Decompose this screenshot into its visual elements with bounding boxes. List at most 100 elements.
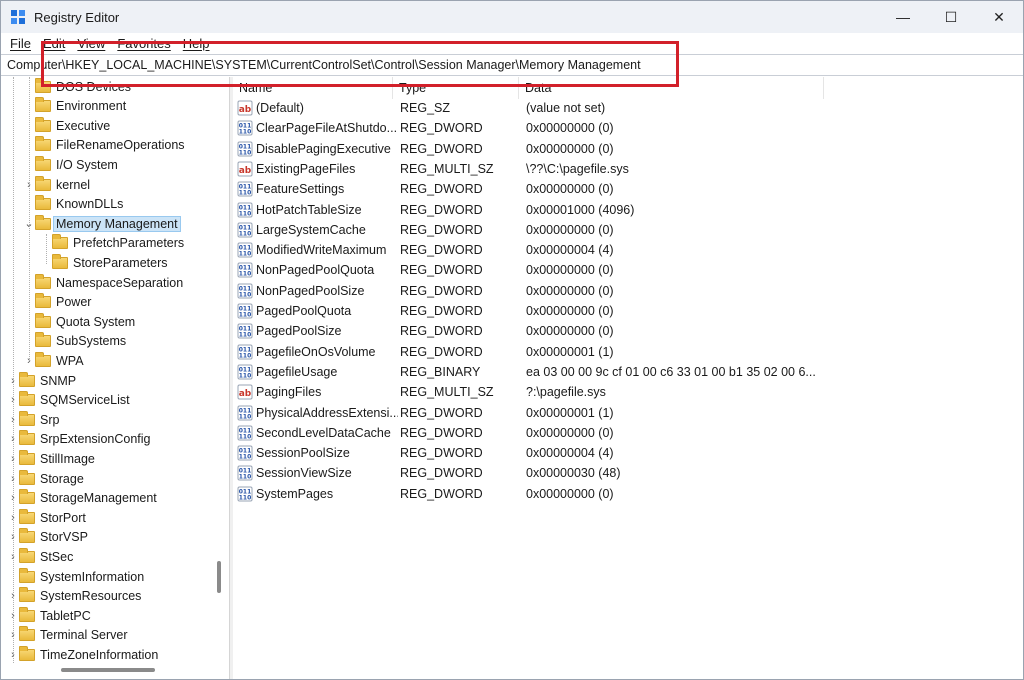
tree-item[interactable]: SubSystems [23, 332, 126, 351]
svg-text:110: 110 [239, 230, 252, 237]
folder-icon [35, 312, 51, 328]
svg-text:ab: ab [239, 389, 252, 399]
tree-guide-line [46, 234, 47, 264]
string-value-icon: ab [237, 384, 253, 400]
tree-item[interactable]: › TabletPC [7, 606, 91, 625]
tree-item[interactable]: StoreParameters [40, 253, 167, 272]
value-row[interactable]: 011 110 HotPatchTableSize REG_DWORD 0x000010… [233, 200, 1023, 220]
value-row[interactable]: ab PagingFiles REG_MULTI_SZ ?:\pagefile.sys [233, 382, 1023, 402]
tree-item[interactable]: DOS Devices [23, 77, 131, 96]
value-row[interactable]: 011 110 LargeSystemCache REG_DWORD 0x0000000… [233, 220, 1023, 240]
tree-item[interactable]: › StorageManagement [7, 489, 157, 508]
minimize-button[interactable]: — [879, 1, 927, 33]
tree-vertical-scroll-thumb[interactable] [217, 561, 221, 593]
folder-icon [19, 410, 35, 426]
value-name-cell: 011 110 HotPatchTableSize [233, 202, 398, 218]
tree-item[interactable]: Environment [23, 97, 126, 116]
tree-item[interactable]: Quota System [23, 312, 135, 331]
tree-item[interactable]: Executive [23, 116, 110, 135]
folder-icon [19, 489, 35, 505]
tree-item[interactable]: › TimeZoneInformation [7, 645, 158, 664]
value-row[interactable]: 011 110 ModifiedWriteMaximum REG_DWORD 0x000… [233, 240, 1023, 260]
tree-item[interactable]: › Storage [7, 469, 84, 488]
value-type: REG_DWORD [400, 182, 483, 197]
tree-item-label: kernel [56, 177, 91, 192]
tree-item-label: SNMP [40, 373, 77, 388]
value-row[interactable]: 011 110 PagedPoolQuota REG_DWORD 0x00000000 … [233, 301, 1023, 321]
tree-horizontal-scroll-thumb[interactable] [61, 668, 155, 672]
value-data: 0x00000000 (0) [526, 486, 614, 501]
tree-item-label: SubSystems [56, 334, 127, 349]
menu-file[interactable]: File [4, 36, 37, 51]
tree-item[interactable]: FileRenameOperations [23, 136, 185, 155]
tree-item[interactable]: SystemInformation [7, 567, 144, 586]
tree-item[interactable]: › SNMP [7, 371, 76, 390]
close-button[interactable]: ✕ [975, 1, 1023, 33]
tree-item-label: Power [56, 295, 92, 310]
values-pane[interactable]: Name Type Data ab (Default) REG_SZ (value n… [233, 77, 1023, 679]
value-row[interactable]: 011 110 ClearPageFileAtShutdo... REG_DWORD 0… [233, 118, 1023, 138]
value-row[interactable]: 011 110 NonPagedPoolQuota REG_DWORD 0x000000… [233, 260, 1023, 280]
value-row[interactable]: 011 110 PagefileOnOsVolume REG_DWORD 0x00000… [233, 342, 1023, 362]
tree-item[interactable]: › SrpExtensionConfig [7, 430, 150, 449]
column-header-name[interactable]: Name [233, 77, 393, 99]
value-type: REG_DWORD [400, 405, 483, 420]
svg-text:110: 110 [239, 129, 252, 136]
folder-icon [52, 234, 68, 250]
value-name-cell: 011 110 SystemPages [233, 486, 398, 502]
svg-text:ab: ab [239, 166, 252, 176]
tree-item[interactable]: I/O System [23, 155, 118, 174]
maximize-button[interactable]: ☐ [927, 1, 975, 33]
value-name-cell: 011 110 SessionPoolSize [233, 445, 398, 461]
binary-value-icon: 011110 [237, 323, 253, 339]
value-row[interactable]: 011 110 PagedPoolSize REG_DWORD 0x00000000 (… [233, 321, 1023, 341]
tree-vertical-scrollbar[interactable] [211, 77, 229, 665]
value-row[interactable]: ab (Default) REG_SZ (value not set) [233, 98, 1023, 118]
folder-icon [35, 332, 51, 348]
value-name-cell: 011 110 PagedPoolQuota [233, 303, 398, 319]
tree-item[interactable]: Power [23, 293, 91, 312]
value-row[interactable]: 011 110 NonPagedPoolSize REG_DWORD 0x0000000… [233, 281, 1023, 301]
tree-item[interactable]: KnownDLLs [23, 195, 123, 214]
tree-item[interactable]: › StorPort [7, 508, 86, 527]
tree-item[interactable]: NamespaceSeparation [23, 273, 183, 292]
value-row[interactable]: 011 110 DisablePagingExecutive REG_DWORD 0x0… [233, 139, 1023, 159]
value-row[interactable]: 011 110 SecondLevelDataCache REG_DWORD 0x000… [233, 423, 1023, 443]
binary-value-icon: 011110 [237, 445, 253, 461]
value-row[interactable]: 011 110 SessionPoolSize REG_DWORD 0x00000004… [233, 443, 1023, 463]
title-bar[interactable]: Registry Editor — ☐ ✕ [1, 1, 1023, 33]
menu-favorites[interactable]: Favorites [111, 36, 176, 51]
tree-item[interactable]: › StSec [7, 547, 73, 566]
value-row[interactable]: 011 110 SystemPages REG_DWORD 0x00000000 (0) [233, 484, 1023, 504]
tree-item[interactable]: › StorVSP [7, 528, 88, 547]
tree-item[interactable]: › Srp [7, 410, 59, 429]
menu-view[interactable]: View [71, 36, 111, 51]
tree-item-label: Memory Management [53, 215, 181, 232]
column-header-data[interactable]: Data [519, 77, 824, 99]
tree-item[interactable]: › SQMServiceList [7, 391, 130, 410]
tree-item[interactable]: › WPA [23, 351, 84, 370]
value-row[interactable]: 011 110 PhysicalAddressExtensi... REG_DWORD… [233, 403, 1023, 423]
tree-item[interactable]: PrefetchParameters [40, 234, 184, 253]
value-row[interactable]: 011 110 PagefileUsage REG_BINARY ea 03 00 00… [233, 362, 1023, 382]
tree-item[interactable]: › kernel [23, 175, 90, 194]
value-row[interactable]: 011 110 SessionViewSize REG_DWORD 0x00000030… [233, 463, 1023, 483]
svg-text:110: 110 [239, 190, 252, 197]
key-tree-pane[interactable]: DOS Devices Environment Executive FileRenam… [1, 77, 229, 679]
folder-icon [19, 606, 35, 622]
tree-item[interactable]: ⌄ Memory Management [23, 214, 181, 233]
tree-item[interactable]: › StillImage [7, 449, 95, 468]
value-type: REG_SZ [400, 101, 451, 115]
tree-horizontal-scrollbar[interactable] [1, 663, 211, 679]
tree-item-label: StoreParameters [73, 255, 168, 270]
column-header-type[interactable]: Type [393, 77, 519, 99]
menu-edit[interactable]: Edit [37, 36, 71, 51]
folder-icon [35, 175, 51, 191]
tree-item[interactable]: › Terminal Server [7, 626, 128, 645]
value-row[interactable]: 011 110 FeatureSettings REG_DWORD 0x00000000… [233, 179, 1023, 199]
menu-help[interactable]: Help [177, 36, 216, 51]
address-bar[interactable]: Computer\HKEY_LOCAL_MACHINE\SYSTEM\Curre… [1, 54, 1023, 76]
minimize-icon: — [896, 9, 910, 25]
value-row[interactable]: ab ExistingPageFiles REG_MULTI_SZ \??\C:\pa… [233, 159, 1023, 179]
tree-item[interactable]: › SystemResources [7, 587, 141, 606]
